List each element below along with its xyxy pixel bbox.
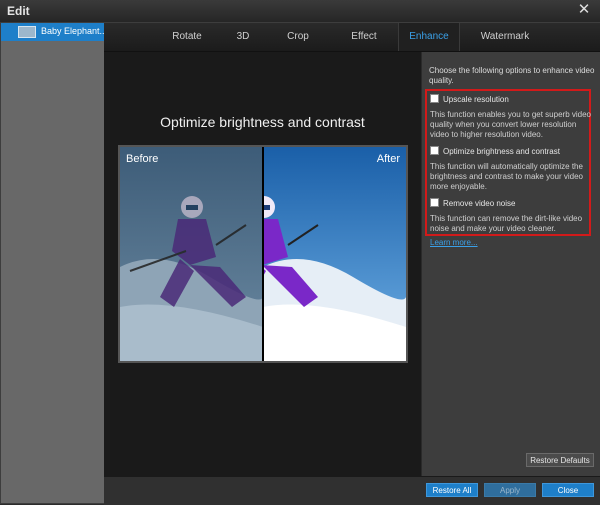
tab-3d[interactable]: 3D <box>228 23 258 51</box>
title-bar: Edit ✕ <box>0 0 600 23</box>
window-title: Edit <box>7 4 30 18</box>
close-button[interactable]: Close <box>542 483 594 497</box>
apply-button[interactable]: Apply <box>484 483 536 497</box>
before-after-comparison: Before After <box>118 145 408 363</box>
tab-enhance[interactable]: Enhance <box>398 23 460 51</box>
restore-defaults-button[interactable]: Restore Defaults <box>526 453 594 467</box>
preview-heading: Optimize brightness and contrast <box>160 114 365 130</box>
optimize-brightness-checkbox[interactable] <box>430 146 439 155</box>
comparison-divider <box>262 147 264 361</box>
video-thumbnail-icon <box>18 26 36 38</box>
optimize-brightness-option[interactable]: Optimize brightness and contrast <box>430 146 560 156</box>
optimize-brightness-description: This function will automatically optimiz… <box>430 162 583 191</box>
tab-rotate[interactable]: Rotate <box>161 23 213 51</box>
file-list: Baby Elephant... <box>1 23 108 503</box>
remove-noise-description: This function can remove the dirt-like v… <box>430 214 583 233</box>
close-icon[interactable]: ✕ <box>576 2 592 18</box>
footer-bar: Restore All Apply Close <box>104 476 600 505</box>
before-label: Before <box>126 153 159 165</box>
remove-noise-option[interactable]: Remove video noise <box>430 198 515 208</box>
file-list-item[interactable]: Baby Elephant... <box>1 23 108 41</box>
enhance-options-panel: Choose the following options to enhance … <box>421 52 600 476</box>
upscale-resolution-label: Upscale resolution <box>443 95 509 104</box>
file-name: Baby Elephant... <box>41 26 108 36</box>
after-image: After <box>263 147 406 361</box>
tab-crop[interactable]: Crop <box>276 23 320 51</box>
restore-all-button[interactable]: Restore All <box>426 483 478 497</box>
remove-noise-checkbox[interactable] <box>430 198 439 207</box>
after-label: After <box>376 153 400 165</box>
upscale-resolution-option[interactable]: Upscale resolution <box>430 94 509 104</box>
preview-area: Optimize brightness and contrast Before … <box>104 52 421 476</box>
before-image: Before <box>120 147 263 361</box>
optimize-brightness-label: Optimize brightness and contrast <box>443 147 560 156</box>
enhance-intro: Choose the following options to enhance … <box>429 66 595 85</box>
tab-watermark[interactable]: Watermark <box>472 23 538 51</box>
remove-noise-label: Remove video noise <box>443 199 516 208</box>
tab-effect[interactable]: Effect <box>340 23 388 51</box>
tab-bar: Rotate 3D Crop Effect Enhance Watermark <box>104 23 600 52</box>
learn-more-link[interactable]: Learn more... <box>430 238 478 247</box>
upscale-resolution-description: This function enables you to get superb … <box>430 110 591 139</box>
upscale-resolution-checkbox[interactable] <box>430 94 439 103</box>
